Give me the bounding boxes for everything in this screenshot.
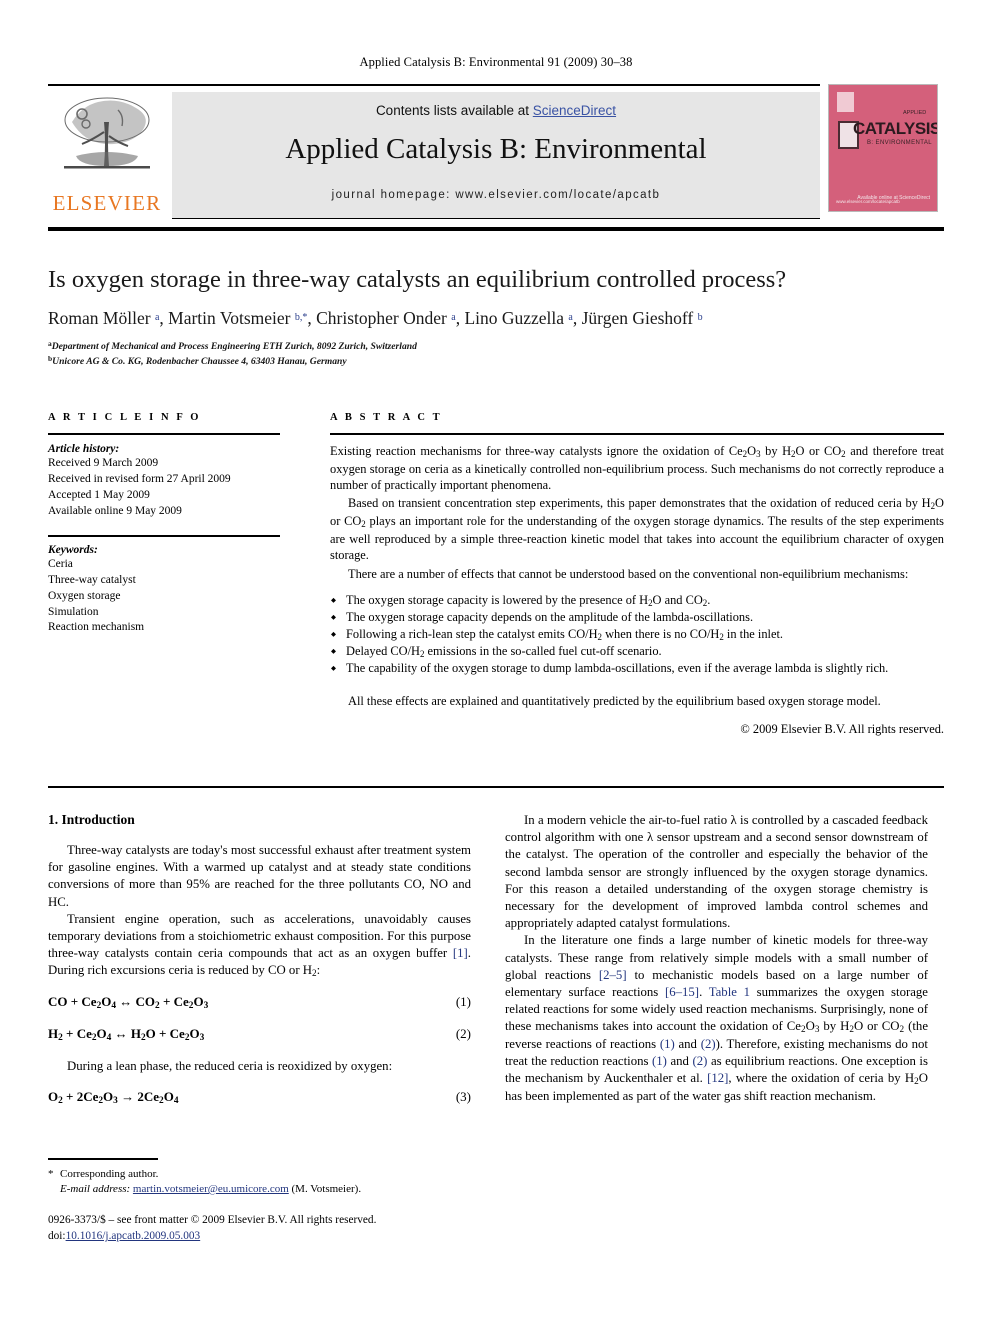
footnote-star-marker: * xyxy=(48,1167,54,1180)
keyword-item: Three-way catalyst xyxy=(48,573,136,586)
elsevier-wordmark: ELSEVIER xyxy=(52,191,162,215)
journal-masthead: ELSEVIER Contents lists available at Sci… xyxy=(48,84,944,226)
abstract-paragraph: Existing reaction mechanisms for three-w… xyxy=(330,444,944,493)
equation-2: H2 + Ce2O4 ↔ H2O + Ce2O3 (2) xyxy=(48,1026,471,1044)
list-item: The oxygen storage capacity depends on t… xyxy=(330,609,944,626)
author-list: Roman Möller a, Martin Votsmeier b,*, Ch… xyxy=(48,308,703,329)
masthead-top-rule xyxy=(48,84,820,86)
footnote-corresponding-text: Corresponding author. xyxy=(60,1167,159,1180)
email-label: E-mail address: xyxy=(60,1182,131,1195)
equation-body: O2 + 2Ce2O3 → 2Ce2O4 xyxy=(48,1089,179,1107)
abstract-closing: All these effects are explained and quan… xyxy=(348,693,881,708)
article-info-column: A R T I C L E I N F O Article history: R… xyxy=(48,412,280,636)
keyword-item: Ceria xyxy=(48,558,73,571)
body-column-left: 1. Introduction Three-way catalysts are … xyxy=(48,812,471,1122)
abstract-heading: A B S T R A C T xyxy=(330,412,443,423)
abstract-paragraph: Based on transient concentration step ex… xyxy=(330,496,944,563)
body-column-right: In a modern vehicle the air-to-fuel rati… xyxy=(505,812,928,1105)
doi-prefix: doi: xyxy=(48,1230,66,1243)
doi-link[interactable]: 10.1016/j.apcatb.2009.05.003 xyxy=(66,1230,201,1242)
cover-elsevier-mark-icon xyxy=(837,92,854,112)
list-item: The oxygen storage capacity is lowered b… xyxy=(330,592,944,609)
keyword-item: Reaction mechanism xyxy=(48,621,145,634)
journal-homepage: journal homepage: www.elsevier.com/locat… xyxy=(331,189,661,201)
sciencedirect-link[interactable]: ScienceDirect xyxy=(533,103,616,118)
equation-number: (1) xyxy=(455,993,471,1009)
body-paragraph: Three-way catalysts are today's most suc… xyxy=(48,843,471,909)
abstract-paragraph: There are a number of effects that canno… xyxy=(348,566,909,581)
masthead-banner: Contents lists available at ScienceDirec… xyxy=(172,92,820,219)
cover-footer-left: www.elsevier.com/locate/apcatb xyxy=(836,199,900,204)
keyword-item: Oxygen storage xyxy=(48,589,121,602)
keywords-heading: Keywords: xyxy=(48,544,98,557)
cover-title: CATALYSIS xyxy=(853,119,938,138)
journal-title: Applied Catalysis B: Environmental xyxy=(285,133,707,165)
running-head: Applied Catalysis B: Environmental 91 (2… xyxy=(359,55,633,69)
cover-kicker: APPLIED xyxy=(903,110,927,116)
footnote-corresponding: * Corresponding author. xyxy=(48,1167,471,1182)
equation-1: CO + Ce2O4 ↔ CO2 + Ce2O3 (1) xyxy=(48,994,471,1012)
journal-cover-thumbnail: APPLIED CATALYSIS B: ENVIRONMENTAL Avail… xyxy=(828,84,938,212)
affiliation-b: bUnicore AG & Co. KG, Rodenbacher Chauss… xyxy=(48,354,944,369)
list-item: The capability of the oxygen storage to … xyxy=(330,660,944,677)
corresponding-author-footnote: * Corresponding author. E-mail address: … xyxy=(48,1158,471,1197)
email-link[interactable]: martin.votsmeier@eu.umicore.com xyxy=(133,1183,289,1195)
email-suffix: (M. Votsmeier). xyxy=(291,1182,362,1195)
equation-body: CO + Ce2O4 ↔ CO2 + Ce2O3 xyxy=(48,993,209,1011)
affiliation-a: aDepartment of Mechanical and Process En… xyxy=(48,339,944,354)
title-block: Is oxygen storage in three-way catalysts… xyxy=(48,266,944,369)
keyword-item: Simulation xyxy=(48,605,99,618)
history-item: Received in revised form 27 April 2009 xyxy=(48,472,231,485)
doi-line: doi:10.1016/j.apcatb.2009.05.003 xyxy=(48,1228,508,1244)
issn-line: 0926-3373/$ – see front matter © 2009 El… xyxy=(48,1214,377,1226)
affiliation-a-text: Department of Mechanical and Process Eng… xyxy=(51,341,417,353)
history-item: Available online 9 May 2009 xyxy=(48,504,182,517)
list-item: Following a rich-lean step the catalyst … xyxy=(330,626,944,643)
keywords-rule xyxy=(48,535,280,538)
elsevier-logo: ELSEVIER xyxy=(48,92,166,218)
imprint-block: 0926-3373/$ – see front matter © 2009 El… xyxy=(48,1212,508,1245)
equation-number: (2) xyxy=(455,1026,471,1042)
journal-article-page: Applied Catalysis B: Environmental 91 (2… xyxy=(0,0,992,1323)
list-item: Delayed CO/H2 emissions in the so-called… xyxy=(330,643,944,660)
masthead-bottom-rule xyxy=(48,227,944,231)
page-title: Is oxygen storage in three-way catalysts… xyxy=(48,266,787,293)
equation-3: O2 + 2Ce2O3 → 2Ce2O4 (3) xyxy=(48,1089,471,1107)
body-paragraph: In the literature one finds a large numb… xyxy=(505,933,928,1103)
abstract-effects-list: The oxygen storage capacity is lowered b… xyxy=(330,592,944,677)
article-info-rule xyxy=(48,433,280,435)
history-item: Received 9 March 2009 xyxy=(48,457,159,469)
abstract-copyright: © 2009 Elsevier B.V. All rights reserved… xyxy=(740,721,944,736)
affiliation-b-text: Unicore AG & Co. KG, Rodenbacher Chausse… xyxy=(52,356,347,368)
body-paragraph: During a lean phase, the reduced ceria i… xyxy=(67,1059,393,1074)
footnote-email-line: E-mail address: martin.votsmeier@eu.umic… xyxy=(48,1182,471,1197)
elsevier-tree-icon xyxy=(52,92,162,188)
equation-body: H2 + Ce2O4 ↔ H2O + Ce2O3 xyxy=(48,1026,205,1044)
article-info-heading: A R T I C L E I N F O xyxy=(48,412,202,423)
body-paragraph: Transient engine operation, such as acce… xyxy=(48,911,471,979)
section-heading-introduction: 1. Introduction xyxy=(48,812,135,827)
contents-available-line: Contents lists available at ScienceDirec… xyxy=(172,103,820,118)
cover-subtitle: B: ENVIRONMENTAL xyxy=(867,140,932,146)
footnote-rule xyxy=(48,1158,158,1160)
history-item: Accepted 1 May 2009 xyxy=(48,488,150,501)
abstract-rule xyxy=(330,433,944,435)
equation-number: (3) xyxy=(455,1089,471,1105)
article-history-heading: Article history: xyxy=(48,443,120,455)
contents-prefix: Contents lists available at xyxy=(375,103,533,118)
body-top-rule xyxy=(48,786,944,788)
abstract-column: A B S T R A C T Existing reaction mechan… xyxy=(330,412,944,737)
body-paragraph: In a modern vehicle the air-to-fuel rati… xyxy=(505,813,928,931)
